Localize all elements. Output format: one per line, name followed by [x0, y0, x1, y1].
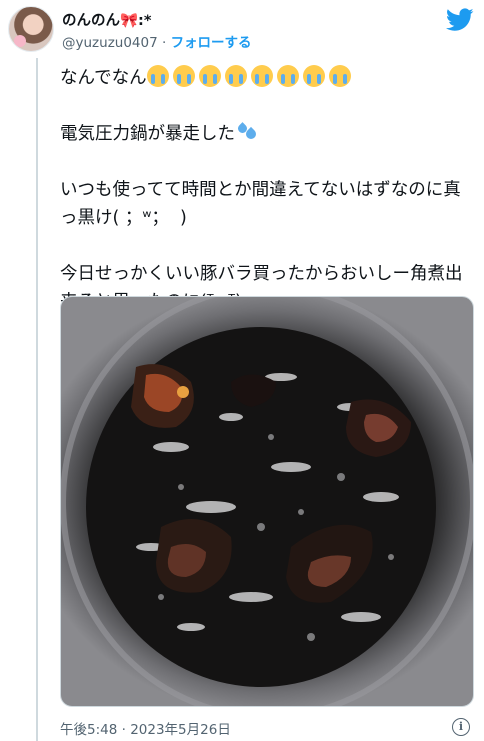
tweet-paragraph-3: いつも使ってて時間とか間違えてないはずなのに真っ黒け( ；ʷ； ) [60, 180, 461, 228]
tweet-timestamp[interactable]: 午後5:48 · 2023年5月26日 [60, 718, 231, 738]
tweet-line-2: 電気圧力鍋が暴走した [60, 120, 478, 148]
author-handle[interactable]: @yuzuzu0407 [62, 35, 158, 51]
burnt-pot-photo[interactable] [60, 296, 474, 707]
loudly-crying-face-icon [302, 65, 325, 87]
tweet-line-1-text: なんでなん [60, 68, 147, 88]
thread-line [36, 58, 38, 741]
info-icon[interactable]: i [452, 718, 470, 736]
loudly-crying-face-icon [276, 65, 299, 87]
loudly-crying-face-icon [172, 65, 195, 87]
follow-button[interactable]: フォローする [171, 35, 252, 51]
loudly-crying-face-icon [198, 65, 221, 87]
loudly-crying-face-icon [328, 65, 351, 87]
tweet-line-2-text: 電気圧力鍋が暴走した [60, 124, 235, 144]
twitter-bird-icon[interactable] [446, 8, 474, 32]
loudly-crying-face-icon [250, 65, 273, 87]
author-handle-row: @yuzuzu0407 · フォローする [62, 31, 252, 51]
heart-icon [14, 35, 26, 47]
separator: · [157, 35, 171, 51]
photo-illustration [61, 297, 473, 706]
sweat-droplets-icon [235, 121, 259, 143]
author-display-name[interactable]: のんのん🎀:* [62, 9, 151, 30]
tweet-line-1: なんでなん [60, 64, 478, 92]
avatar[interactable] [8, 6, 54, 52]
loudly-crying-face-icon [146, 65, 169, 87]
loudly-crying-face-icon [224, 65, 247, 87]
crying-emoji-group [146, 65, 355, 88]
